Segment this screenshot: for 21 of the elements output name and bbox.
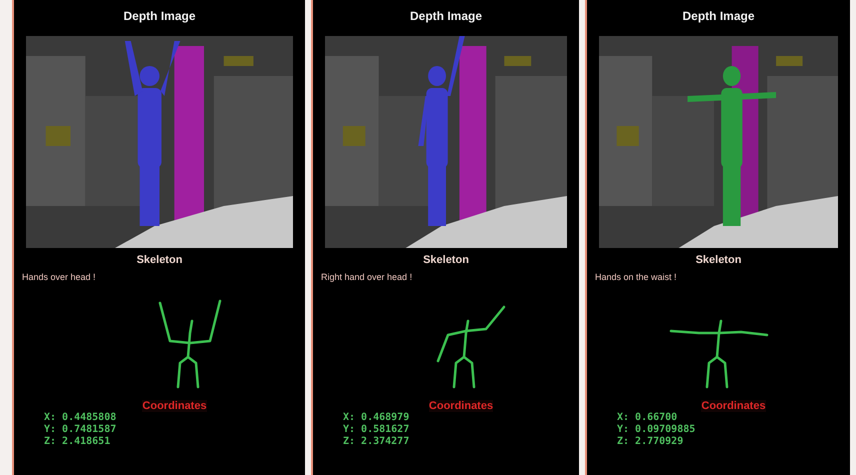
coordinate-value: Y: 0.7481587: [44, 424, 116, 436]
coordinate-value: X: 0.4485808: [44, 412, 116, 424]
coordinates-title: Coordinates: [142, 400, 207, 412]
coordinate-value: Y: 0.581627: [343, 424, 410, 436]
section-title: Skeleton: [423, 254, 469, 266]
coordinate-value: Z: 2.418651: [44, 436, 110, 448]
window-title: Depth Image: [408, 8, 483, 25]
gesture-label: Hands over head !: [22, 272, 96, 282]
coordinates-title: Coordinates: [428, 400, 494, 412]
section-title: Skeleton: [136, 254, 182, 266]
gesture-label: Right hand over head !: [321, 272, 412, 282]
section-title: Skeleton: [696, 254, 742, 266]
coordinate-value: Y: 0.09709885: [617, 424, 696, 436]
coordinate-value: X: 0.468979: [343, 412, 410, 424]
gesture-label: Hands on the waist !: [595, 272, 677, 282]
coordinate-value: X: 0.66700: [617, 412, 678, 424]
window-title: Depth Image: [122, 8, 196, 25]
coordinate-value: Z: 2.770929: [617, 436, 684, 448]
coordinate-value: Z: 2.374277: [343, 436, 410, 448]
coordinates-title: Coordinates: [701, 400, 766, 412]
window-title: Depth Image: [681, 8, 756, 25]
